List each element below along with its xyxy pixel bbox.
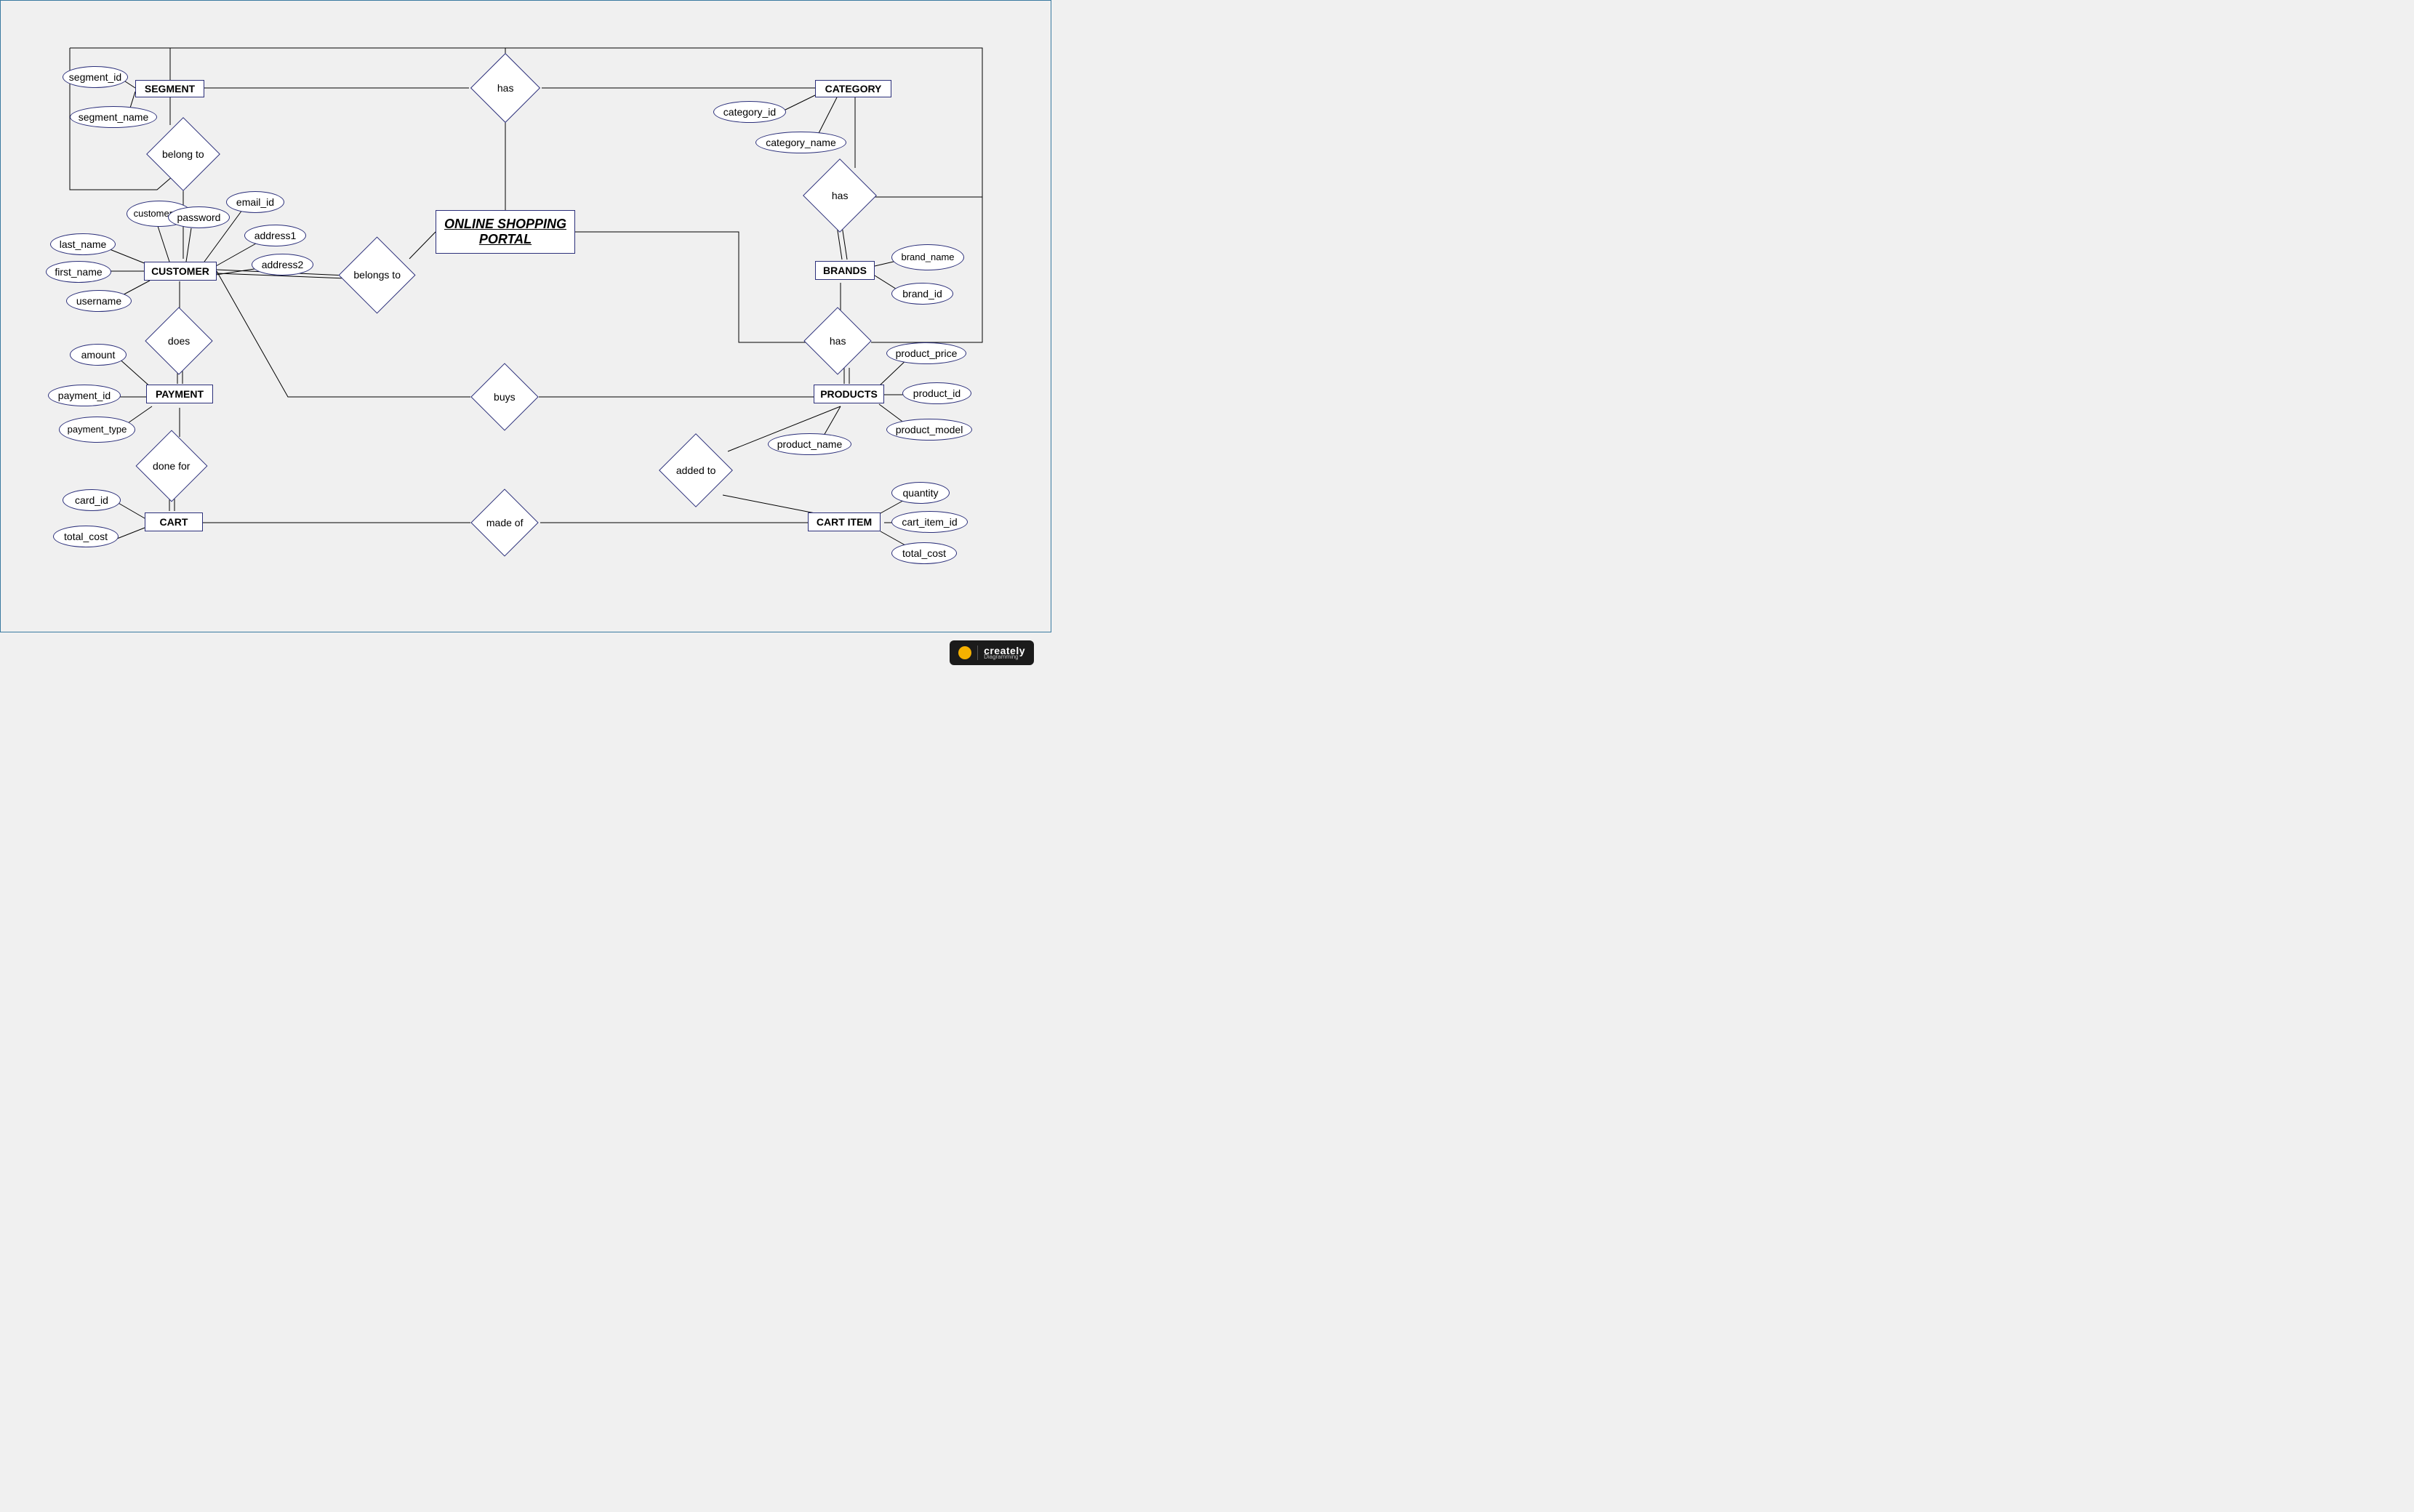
attr-card-id: card_id: [63, 489, 121, 511]
rel-has-brand-prod-label: has: [830, 335, 846, 347]
badge-text: creately Diagramming: [984, 646, 1025, 660]
rel-made-of-label: made of: [486, 517, 524, 528]
attr-product-id: product_id: [902, 382, 971, 404]
rel-added-to-label: added to: [676, 465, 716, 476]
attr-segment-name: segment_name: [70, 106, 157, 128]
entity-brands: BRANDS: [815, 261, 875, 280]
attr-last-name: last_name: [50, 233, 116, 255]
rel-has-top-label: has: [497, 82, 514, 94]
rel-done-for-label: done for: [153, 460, 190, 472]
footer: creately Diagramming: [0, 635, 1051, 670]
rel-has-cat-brand-label: has: [832, 190, 849, 201]
attr-category-id: category_id: [713, 101, 786, 123]
entity-customer: CUSTOMER: [144, 262, 217, 281]
attr-cart-total-cost: total_cost: [53, 526, 119, 547]
creately-badge: creately Diagramming: [950, 640, 1034, 665]
rel-belongs-to-label: belongs to: [353, 269, 401, 281]
entity-products: PRODUCTS: [814, 385, 884, 403]
attr-brand-name: brand_name: [891, 244, 964, 270]
attr-brand-id: brand_id: [891, 283, 953, 305]
rel-buys-label: buys: [494, 391, 516, 403]
page: ONLINE SHOPPING PORTAL SEGMENT segment_i…: [0, 0, 1051, 670]
attr-first-name: first_name: [46, 261, 111, 283]
attr-address2: address2: [252, 254, 313, 276]
entity-category: CATEGORY: [815, 80, 891, 97]
attr-amount: amount: [70, 344, 127, 366]
attr-category-name: category_name: [755, 132, 846, 153]
badge-sub: Diagramming: [984, 654, 1025, 660]
entity-cart-item: CART ITEM: [808, 512, 881, 531]
attr-password: password: [168, 206, 230, 228]
attr-product-name: product_name: [768, 433, 851, 455]
attr-address1: address1: [244, 225, 306, 246]
rel-belong-to-label: belong to: [162, 148, 204, 160]
attr-product-model: product_model: [886, 419, 972, 441]
attr-username: username: [66, 290, 132, 312]
attr-cart-item-id: cart_item_id: [891, 511, 968, 533]
entity-payment: PAYMENT: [146, 385, 213, 403]
attr-payment-id: payment_id: [48, 385, 121, 406]
attr-product-price: product_price: [886, 342, 966, 364]
bulb-icon: [958, 646, 971, 659]
entity-segment: SEGMENT: [135, 80, 204, 97]
attr-item-total-cost: total_cost: [891, 542, 957, 564]
entity-cart: CART: [145, 512, 203, 531]
title-entity: ONLINE SHOPPING PORTAL: [436, 210, 575, 254]
badge-separator: [977, 646, 978, 660]
attr-payment-type: payment_type: [59, 417, 135, 443]
diagram-canvas: ONLINE SHOPPING PORTAL SEGMENT segment_i…: [0, 0, 1051, 632]
attr-email-id: email_id: [226, 191, 284, 213]
attr-quantity: quantity: [891, 482, 950, 504]
attr-segment-id: segment_id: [63, 66, 128, 88]
rel-does-label: does: [168, 335, 190, 347]
